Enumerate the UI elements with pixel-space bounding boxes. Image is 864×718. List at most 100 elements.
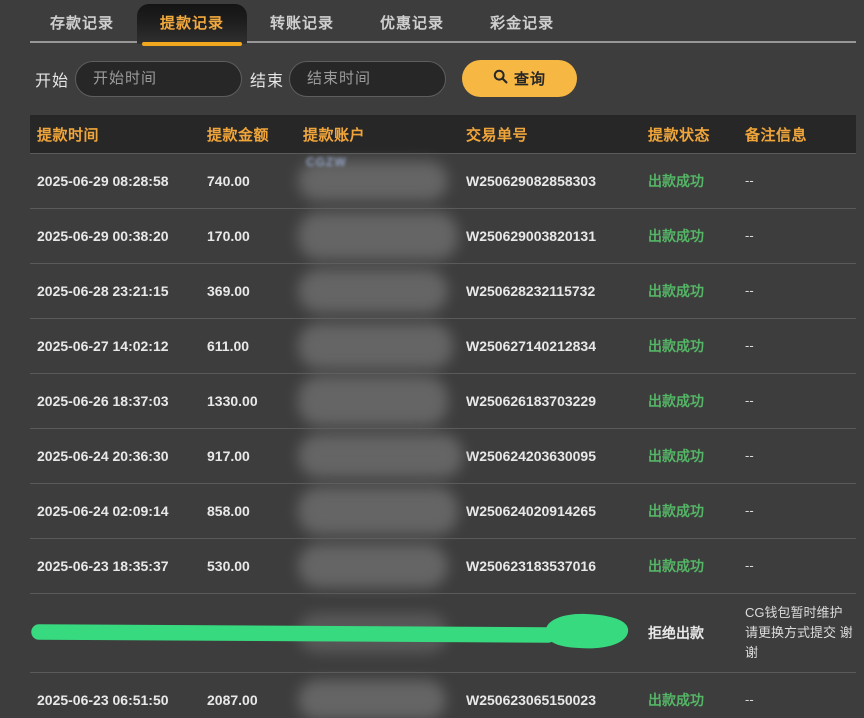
end-date-label: 结束 bbox=[250, 67, 284, 91]
transaction-id-cell: W250629082858303 bbox=[459, 173, 641, 189]
withdraw-status-cell: 出款成功 bbox=[641, 226, 738, 246]
withdraw-amount-cell: 170.00 bbox=[200, 228, 296, 244]
withdraw-account-cell bbox=[296, 374, 459, 428]
remark-cell: CG钱包暂时维护 请更换方式提交 谢谢 bbox=[738, 603, 856, 663]
column-header: 提款账户 bbox=[296, 124, 459, 145]
withdraw-status-cell: 出款成功 bbox=[641, 446, 738, 466]
withdraw-account-cell bbox=[296, 264, 459, 318]
withdraw-account-cell: CGZW bbox=[296, 154, 459, 208]
table-row: 2025-06-28 23:21:15 369.00 W250628232115… bbox=[30, 263, 856, 318]
table-row: 2025-06-24 02:09:14 858.00 W250624020914… bbox=[30, 483, 856, 538]
column-header: 交易单号 bbox=[459, 124, 641, 145]
withdraw-time-cell: 2025-06-28 23:21:15 bbox=[30, 283, 200, 299]
withdraw-account-cell bbox=[296, 209, 459, 263]
withdraw-amount-cell: 2087.00 bbox=[200, 692, 296, 708]
withdraw-status-cell: 出款成功 bbox=[641, 281, 738, 301]
tab-transfer-records[interactable]: 转账记录 bbox=[247, 4, 357, 44]
record-type-tabs: 存款记录提款记录转账记录优惠记录彩金记录 bbox=[0, 0, 864, 44]
remark-text: -- bbox=[745, 226, 855, 246]
blurred-account bbox=[298, 544, 448, 588]
tab-withdraw-records[interactable]: 提款记录 bbox=[137, 4, 247, 44]
date-filter-bar: 开始 结束 查询 bbox=[0, 60, 864, 97]
withdraw-amount-cell: 740.00 bbox=[200, 173, 296, 189]
withdraw-status-cell: 出款成功 bbox=[641, 501, 738, 521]
table-row: 2025-06-23 06:51:50 2087.00 W25062306515… bbox=[30, 672, 856, 718]
remark-text: -- bbox=[745, 446, 855, 466]
withdraw-status-cell: 出款成功 bbox=[641, 171, 738, 191]
remark-text: -- bbox=[745, 336, 855, 356]
withdraw-amount-cell: 611.00 bbox=[200, 338, 296, 354]
remark-text: -- bbox=[745, 281, 855, 301]
table-row: W2506231254 拒绝出款 CG钱包暂时维护 请更换方式提交 谢谢 bbox=[30, 593, 856, 672]
transaction-id-cell: W2506231254 bbox=[459, 625, 641, 641]
remark-text: CG钱包暂时维护 请更换方式提交 谢谢 bbox=[745, 603, 855, 663]
blurred-account bbox=[298, 323, 453, 369]
table-header-row: 提款时间提款金额提款账户交易单号提款状态备注信息 bbox=[30, 115, 856, 153]
withdraw-status-cell: 出款成功 bbox=[641, 336, 738, 356]
withdraw-account-cell bbox=[296, 594, 459, 672]
withdraw-time-cell: 2025-06-23 06:51:50 bbox=[30, 692, 200, 708]
withdrawal-records-table: 提款时间提款金额提款账户交易单号提款状态备注信息 2025-06-29 08:2… bbox=[30, 115, 856, 718]
remark-text: -- bbox=[745, 501, 855, 521]
search-button-label: 查询 bbox=[514, 68, 546, 89]
transaction-id-cell: W250623065150023 bbox=[459, 692, 641, 708]
start-date-input[interactable] bbox=[75, 61, 242, 97]
table-row: 2025-06-29 00:38:20 170.00 W250629003820… bbox=[30, 208, 856, 263]
withdraw-account-cell bbox=[296, 484, 459, 538]
search-button[interactable]: 查询 bbox=[462, 60, 577, 97]
search-icon bbox=[493, 69, 508, 88]
withdraw-account-cell bbox=[296, 319, 459, 373]
withdraw-status-cell: 出款成功 bbox=[641, 391, 738, 411]
withdraw-time-cell: 2025-06-27 14:02:12 bbox=[30, 338, 200, 354]
withdraw-amount-cell: 369.00 bbox=[200, 283, 296, 299]
remark-cell: -- bbox=[738, 391, 856, 411]
transaction-id-cell: W250626183703229 bbox=[459, 393, 641, 409]
remark-cell: -- bbox=[738, 501, 856, 521]
withdraw-time-cell: 2025-06-29 08:28:58 bbox=[30, 173, 200, 189]
withdraw-status-cell: 拒绝出款 bbox=[641, 623, 738, 643]
remark-text: -- bbox=[745, 391, 855, 411]
column-header: 提款状态 bbox=[641, 124, 738, 145]
withdraw-account-cell bbox=[296, 539, 459, 593]
start-date-label: 开始 bbox=[35, 67, 69, 91]
withdraw-amount-cell: 530.00 bbox=[200, 558, 296, 574]
transaction-id-cell: W250628232115732 bbox=[459, 283, 641, 299]
remark-text: -- bbox=[745, 690, 855, 710]
withdraw-status-cell: 出款成功 bbox=[641, 690, 738, 710]
withdraw-amount-cell: 1330.00 bbox=[200, 393, 296, 409]
table-row: 2025-06-23 18:35:37 530.00 W250623183537… bbox=[30, 538, 856, 593]
blurred-account bbox=[298, 434, 463, 478]
column-header: 备注信息 bbox=[738, 124, 856, 145]
withdraw-time-cell: 2025-06-29 00:38:20 bbox=[30, 228, 200, 244]
remark-cell: -- bbox=[738, 171, 856, 191]
transaction-id-cell: W250624020914265 bbox=[459, 503, 641, 519]
blurred-account bbox=[298, 680, 446, 718]
withdraw-account-cell bbox=[296, 673, 459, 718]
remark-cell: -- bbox=[738, 281, 856, 301]
end-date-input[interactable] bbox=[289, 61, 446, 97]
blurred-account bbox=[298, 487, 458, 535]
withdraw-amount-cell: 917.00 bbox=[200, 448, 296, 464]
remark-cell: -- bbox=[738, 336, 856, 356]
table-row: 2025-06-24 20:36:30 917.00 W250624203630… bbox=[30, 428, 856, 483]
withdraw-status-cell: 出款成功 bbox=[641, 556, 738, 576]
remark-cell: -- bbox=[738, 226, 856, 246]
table-row: 2025-06-29 08:28:58 740.00 CGZW W2506290… bbox=[30, 153, 856, 208]
remark-cell: -- bbox=[738, 690, 856, 710]
remark-cell: -- bbox=[738, 556, 856, 576]
tab-bonus-records[interactable]: 彩金记录 bbox=[467, 4, 577, 44]
withdraw-time-cell: 2025-06-23 18:35:37 bbox=[30, 558, 200, 574]
tab-deposit-records[interactable]: 存款记录 bbox=[27, 4, 137, 44]
remark-text: -- bbox=[745, 171, 855, 191]
transaction-id-cell: W250629003820131 bbox=[459, 228, 641, 244]
transaction-id-cell: W250623183537016 bbox=[459, 558, 641, 574]
tab-promo-records[interactable]: 优惠记录 bbox=[357, 4, 467, 44]
blurred-account bbox=[298, 212, 458, 260]
blurred-account bbox=[298, 613, 448, 653]
transaction-id-cell: W250624203630095 bbox=[459, 448, 641, 464]
withdraw-time-cell: 2025-06-24 20:36:30 bbox=[30, 448, 200, 464]
transaction-id-cell: W250627140212834 bbox=[459, 338, 641, 354]
withdraw-amount-cell: 858.00 bbox=[200, 503, 296, 519]
blurred-account bbox=[298, 269, 448, 313]
account-partial-text: CGZW bbox=[306, 155, 347, 169]
